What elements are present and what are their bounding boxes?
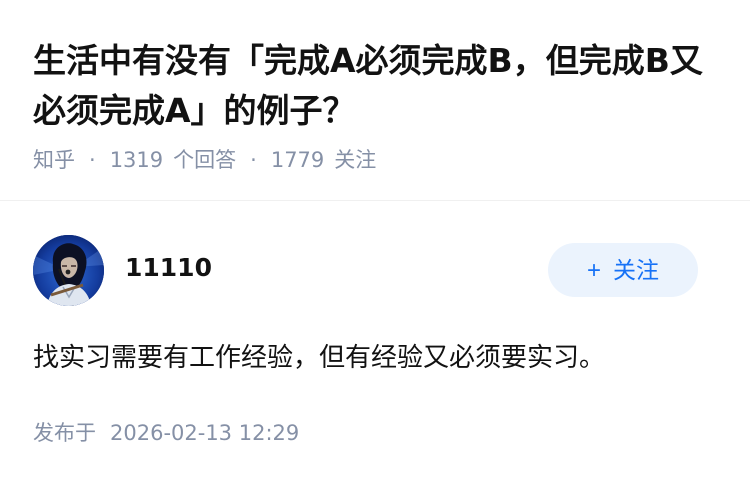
follower-count-label: 关注 <box>334 148 377 172</box>
user-avatar-photo-icon <box>33 235 104 306</box>
question-header: 生活中有没有「完成A必须完成B，但完成B又必须完成A」的例子？ 知乎 · 1319 个… <box>0 0 750 201</box>
plus-icon: + <box>586 257 601 284</box>
meta-separator: · <box>250 148 257 172</box>
answer-count-label: 个回答 <box>173 148 237 172</box>
answer-count: 1319 <box>109 148 164 172</box>
publish-date: 2026-02-13 12:29 <box>110 421 300 445</box>
meta-separator: · <box>89 148 96 172</box>
source-label[interactable]: 知乎 <box>33 148 75 172</box>
follow-button[interactable]: + 关注 <box>548 243 698 297</box>
question-meta: 知乎 · 1319 个回答 · 1779 关注 <box>33 145 376 175</box>
question-title[interactable]: 生活中有没有「完成A必须完成B，但完成B又必须完成A」的例子？ <box>33 36 723 136</box>
answer-content: 找实习需要有工作经验，但有经验又必须要实习。 <box>33 343 606 373</box>
publish-time: 发布于 2026-02-13 12:29 <box>33 418 299 448</box>
follow-button-label: 关注 <box>613 257 659 283</box>
publish-label: 发布于 <box>33 421 96 445</box>
zhihu-answer-page: 生活中有没有「完成A必须完成B，但完成B又必须完成A」的例子？ 知乎 · 1319 个… <box>0 0 750 484</box>
answer-card: 11110 + 关注 找实习需要有工作经验，但有经验又必须要实习。 发布于 2026… <box>0 201 750 484</box>
author-avatar[interactable] <box>33 235 104 306</box>
author-name[interactable]: 11110 <box>125 251 212 285</box>
follower-count: 1779 <box>270 148 325 172</box>
